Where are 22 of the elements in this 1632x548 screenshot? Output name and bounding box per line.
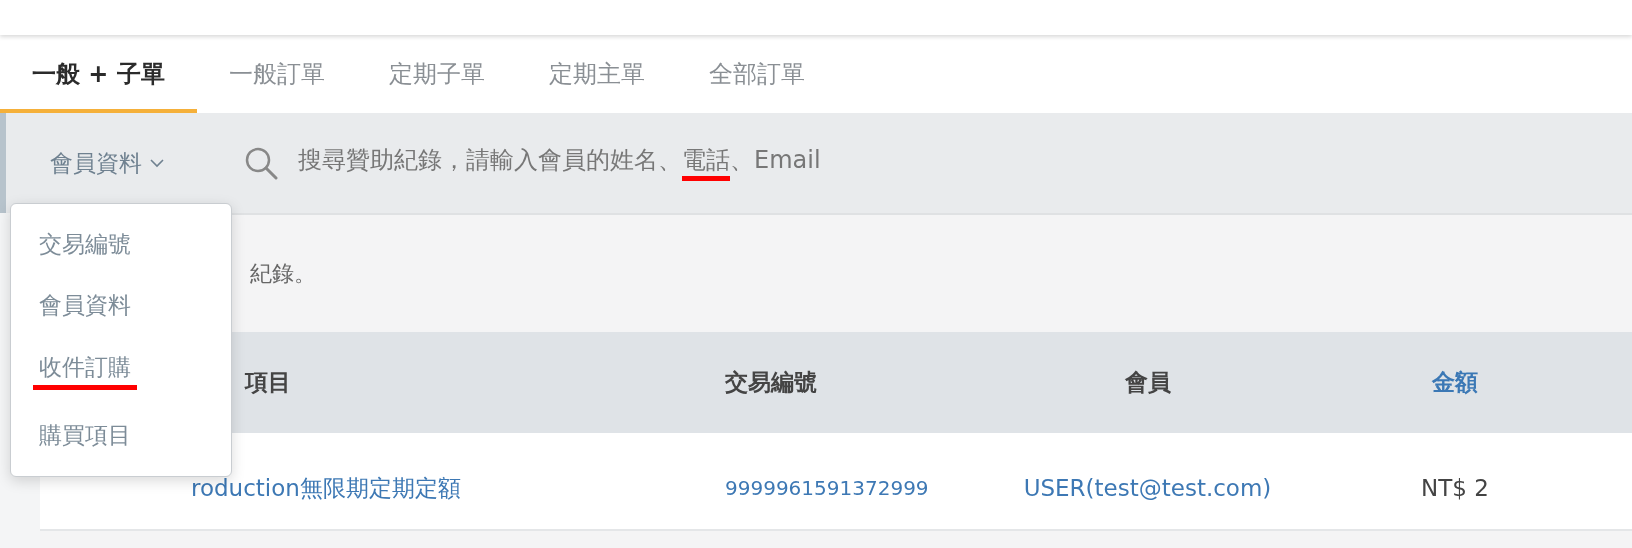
table-link[interactable]: 9999961591372999 [725,476,929,500]
search-icon [244,146,278,180]
table-link[interactable]: roduction無限期定期定額 [191,472,461,504]
chevron-icon [150,158,164,168]
search-placeholder: 搜尋贊助紀錄，請輸入會員的姓名、電話、Email [298,141,821,185]
table-link[interactable]: USER(test@test.com) [1023,475,1272,501]
tab[interactable]: 定期主單 [516,35,677,113]
notice-text: 紀錄。 [250,259,316,288]
column-header: 交易編號 [725,368,817,397]
menu-item[interactable]: 會員資料 [11,290,231,322]
menu-item[interactable]: 收件訂購 [11,351,231,390]
filter-dropdown[interactable]: 會員資料 [50,147,164,179]
table-cell: NT$ 2 [1421,475,1489,501]
search-field[interactable]: 搜尋贊助紀錄，請輸入會員的姓名、電話、Email [244,133,1632,193]
tab[interactable]: 一般訂單 [196,35,357,113]
column-header: 會員 [1124,368,1171,397]
column-header: 項目 [245,368,291,397]
menu-item[interactable]: 交易編號 [11,229,231,261]
sortable-column-header[interactable]: 金額 [1432,367,1478,398]
tab[interactable]: 定期子單 [356,35,517,113]
menu-item[interactable]: 購買項目 [11,419,231,451]
tab[interactable]: 全部訂單 [676,35,837,113]
